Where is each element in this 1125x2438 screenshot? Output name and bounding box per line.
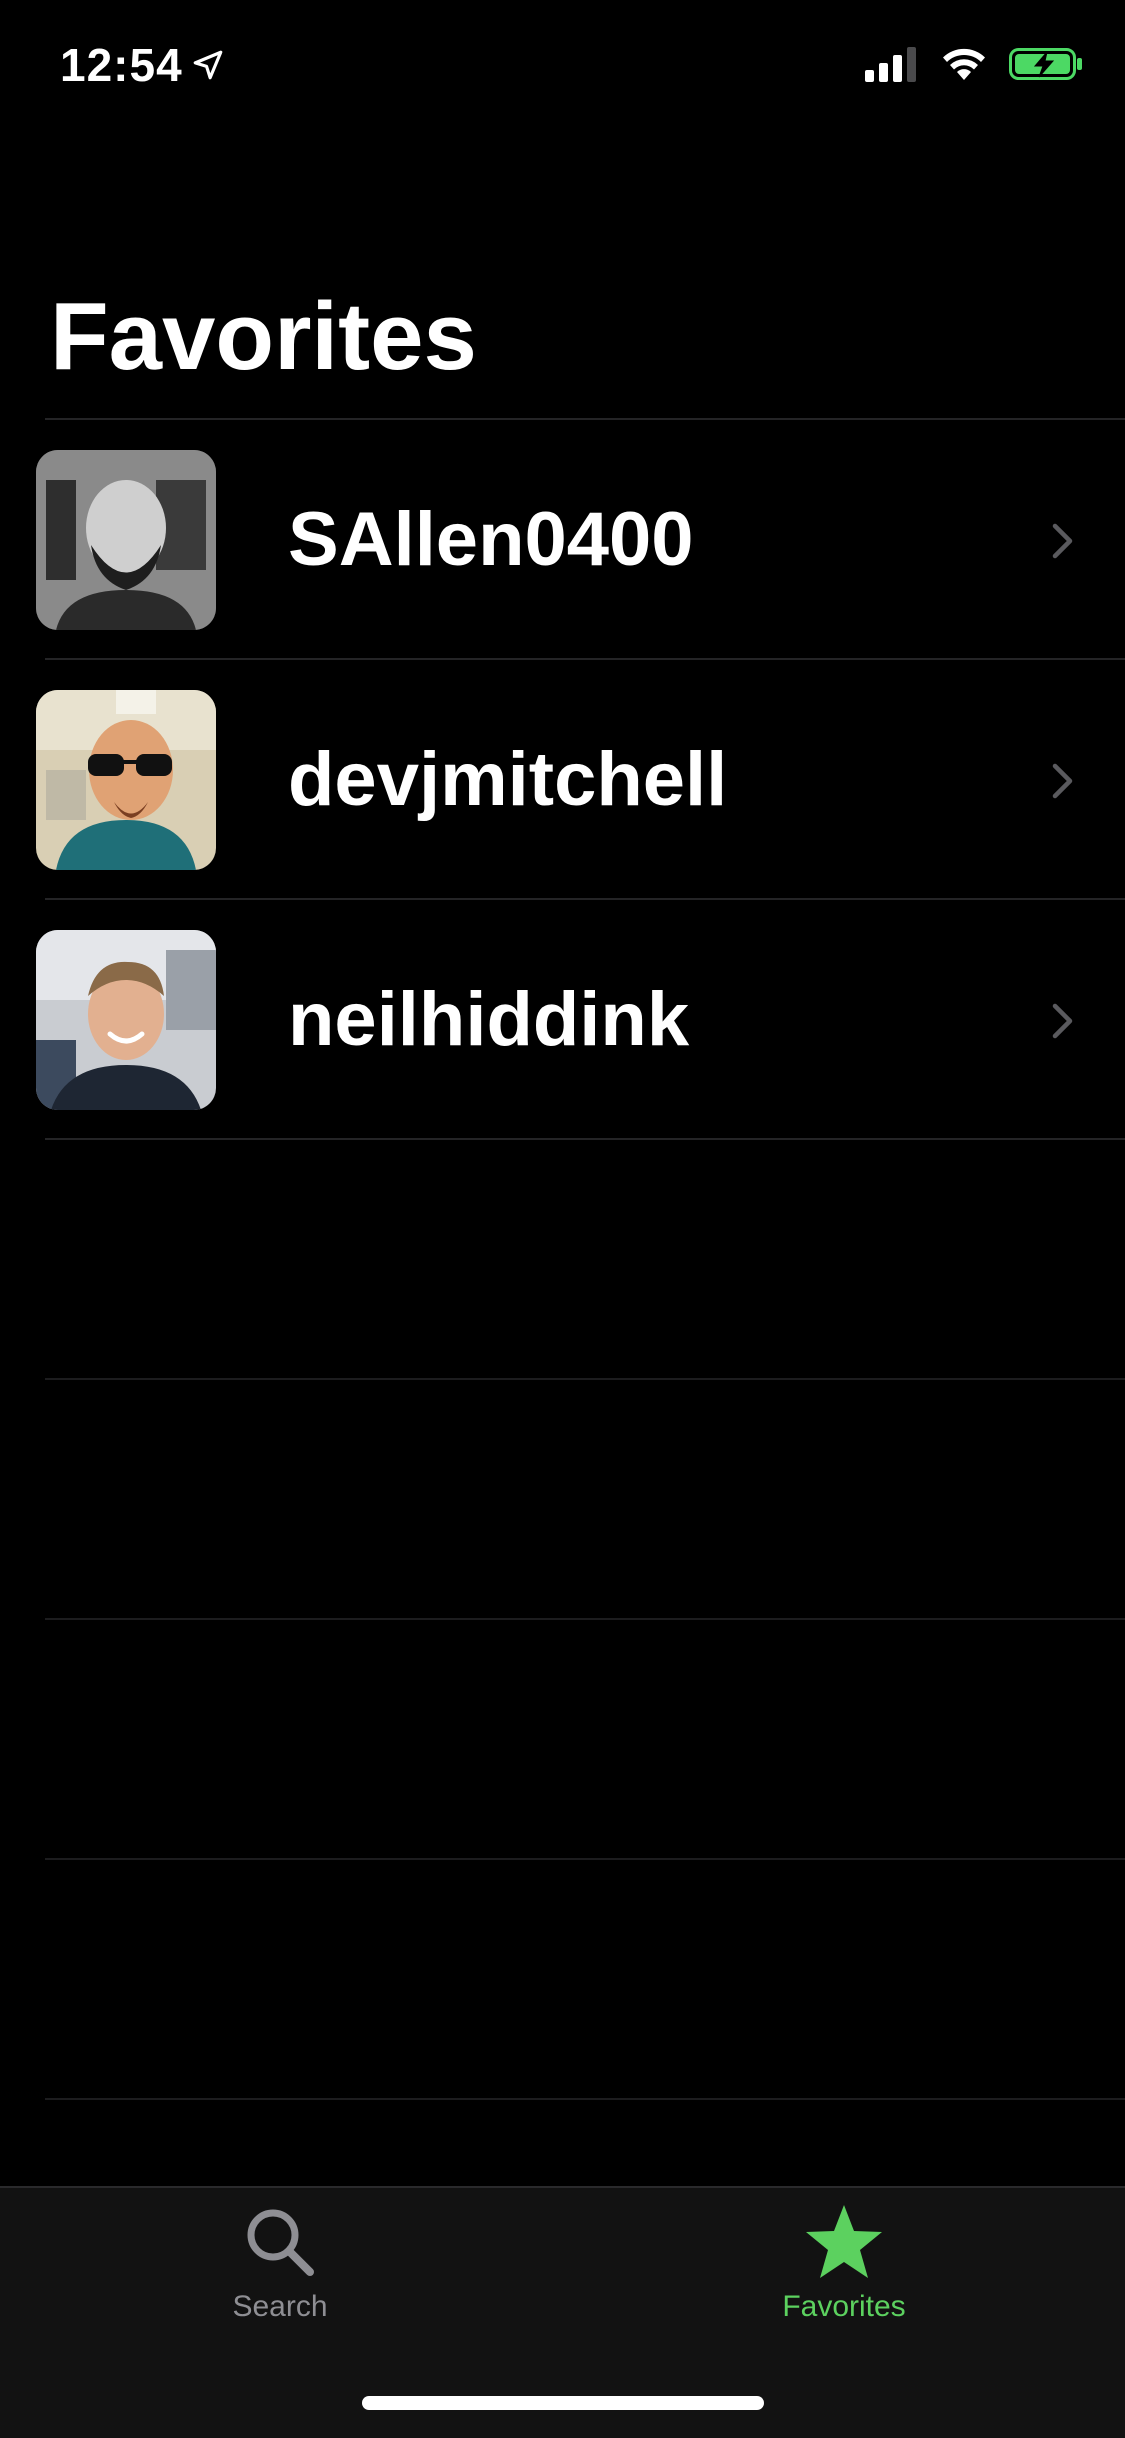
empty-row-divider bbox=[45, 1858, 1125, 1860]
chevron-right-icon bbox=[1052, 523, 1073, 559]
wifi-icon bbox=[943, 48, 985, 80]
empty-row-divider bbox=[45, 2098, 1125, 2100]
avatar bbox=[36, 690, 216, 870]
favorite-row[interactable]: neilhiddink bbox=[0, 900, 1125, 1140]
favorite-row[interactable]: SAllen0400 bbox=[0, 420, 1125, 660]
favorites-list: SAllen0400 devjmitchell neilhiddink bbox=[0, 420, 1125, 1140]
avatar-memoji bbox=[36, 690, 216, 870]
avatar bbox=[36, 930, 216, 1110]
favorite-name: neilhiddink bbox=[288, 977, 690, 1062]
avatar bbox=[36, 450, 216, 630]
avatar-photo bbox=[36, 930, 216, 1110]
chevron-right-icon bbox=[1052, 1003, 1073, 1039]
time-label: 12:54 bbox=[60, 39, 183, 91]
star-icon bbox=[806, 2205, 882, 2278]
status-bar: 12:54 bbox=[0, 0, 1125, 140]
tab-search[interactable]: Search bbox=[130, 2202, 430, 2324]
status-indicators bbox=[865, 46, 1083, 82]
chevron-right-icon bbox=[1052, 763, 1073, 799]
tab-label: Favorites bbox=[782, 2290, 906, 2323]
favorite-row[interactable]: devjmitchell bbox=[0, 660, 1125, 900]
avatar-photo bbox=[36, 450, 216, 630]
favorite-name: devjmitchell bbox=[288, 737, 728, 822]
page-title: Favorites bbox=[50, 283, 477, 390]
tab-favorites[interactable]: Favorites bbox=[694, 2202, 994, 2324]
cellular-signal-icon bbox=[865, 47, 916, 82]
tab-label: Search bbox=[232, 2290, 328, 2323]
home-indicator[interactable] bbox=[362, 2396, 764, 2410]
favorite-name: SAllen0400 bbox=[288, 497, 694, 582]
location-arrow-icon bbox=[193, 50, 222, 80]
status-time: 12:54 bbox=[60, 38, 225, 92]
empty-row-divider bbox=[45, 1618, 1125, 1620]
empty-row-divider bbox=[45, 1378, 1125, 1380]
battery-charging-icon bbox=[1009, 48, 1082, 80]
magnifying-glass-icon bbox=[247, 2209, 314, 2276]
